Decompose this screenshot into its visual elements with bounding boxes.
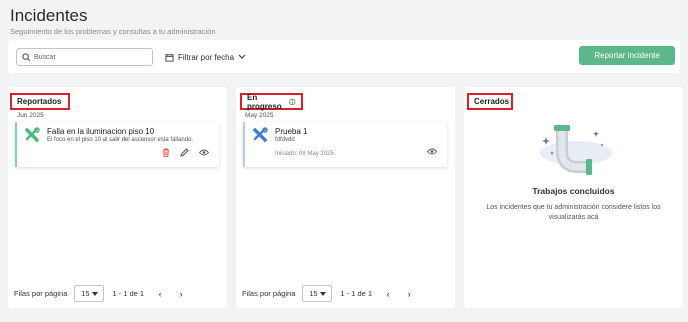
info-icon[interactable]: [289, 98, 296, 106]
search-input[interactable]: [34, 50, 149, 64]
column-en-progreso: En progreso May 2025 Prueba 1 fdfdvdd In…: [236, 87, 455, 308]
pagination: Filas por página 15 1 - 1 de 1 ‹ ›: [242, 285, 414, 302]
pipe-illustration-icon: [540, 125, 612, 175]
calendar-icon: [165, 53, 174, 62]
edit-icon[interactable]: [180, 148, 189, 157]
trash-icon[interactable]: [162, 148, 170, 157]
page-subtitle: Seguimiento de los problemas y consultas…: [10, 27, 216, 36]
toolbar: Filtrar por fecha Reportar incidente: [8, 40, 680, 73]
column-title: Cerrados: [467, 93, 513, 110]
tools-icon: [253, 127, 268, 142]
rows-per-page-label: Filas por página: [14, 289, 68, 298]
caret-down-icon: [319, 291, 326, 296]
incident-description: El foco en el piso 10 al salir del ascen…: [47, 137, 194, 143]
chevron-down-icon: [238, 54, 246, 59]
search-box[interactable]: [16, 48, 153, 66]
column-title-label: Cerrados: [474, 97, 510, 106]
incident-start-date: Iniciado: 08 May 2025: [275, 151, 334, 157]
incident-card[interactable]: Prueba 1 fdfdvdd Iniciado: 08 May 2025: [243, 122, 447, 167]
pagination: Filas por página 15 1 - 1 de 1 ‹ ›: [14, 285, 186, 302]
column-cerrados: Cerrados Trabajos concluidos Los inciden…: [464, 87, 683, 308]
rows-per-page-select[interactable]: 15: [302, 285, 333, 302]
incident-card[interactable]: Falla en la iluminacion piso 10 El foco …: [15, 122, 219, 167]
page-range: 1 - 1 de 1: [112, 289, 145, 298]
column-title: En progreso: [240, 92, 303, 111]
rows-per-page-value: 15: [309, 289, 318, 298]
date-filter-button[interactable]: Filtrar por fecha: [165, 50, 246, 64]
group-date-label: May 2025: [245, 112, 274, 119]
eye-icon[interactable]: [427, 148, 437, 155]
empty-state-title: Trabajos concluidos: [532, 186, 615, 196]
eye-icon[interactable]: [199, 149, 209, 156]
next-page-button[interactable]: ›: [176, 289, 186, 299]
page-range: 1 - 1 de 1: [340, 289, 373, 298]
column-title-label: Reportados: [17, 97, 62, 106]
group-date-label: Jun 2025: [17, 112, 44, 119]
prev-page-button[interactable]: ‹: [155, 289, 165, 299]
column-reportados: Reportados Jun 2025 Falla en la iluminac…: [8, 87, 227, 308]
next-page-button[interactable]: ›: [404, 289, 414, 299]
rows-per-page-value: 15: [81, 289, 90, 298]
prev-page-button[interactable]: ‹: [383, 289, 393, 299]
rows-per-page-select[interactable]: 15: [74, 285, 105, 302]
report-incident-button[interactable]: Reportar incidente: [579, 46, 675, 65]
empty-state-description: Los incidentes que tu administración con…: [486, 204, 661, 221]
rows-per-page-label: Filas por página: [242, 289, 296, 298]
search-icon: [22, 53, 31, 62]
incident-title: Falla en la iluminacion piso 10: [47, 127, 155, 136]
date-filter-label: Filtrar por fecha: [178, 52, 235, 62]
tools-icon: [25, 127, 40, 142]
caret-down-icon: [91, 291, 98, 296]
column-title-label: En progreso: [247, 92, 282, 111]
page-title: Incidentes: [10, 6, 88, 25]
incident-description: fdfdvdd: [275, 137, 295, 143]
incident-title: Prueba 1: [275, 127, 308, 136]
column-title: Reportados: [10, 93, 70, 110]
